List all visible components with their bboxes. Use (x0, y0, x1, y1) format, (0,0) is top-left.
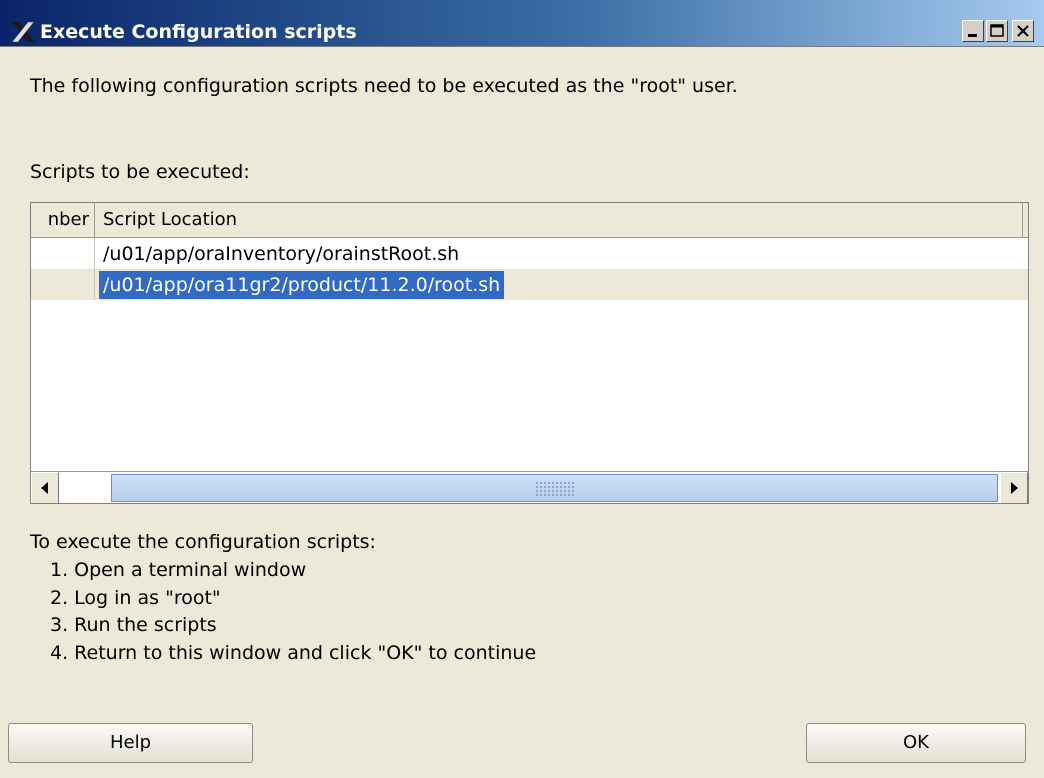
close-icon (1017, 25, 1029, 37)
maximize-icon (990, 24, 1004, 37)
ok-button-label: OK (903, 732, 929, 753)
title-bar[interactable]: Execute Configuration scripts (0, 0, 1044, 47)
help-button-label: Help (109, 732, 152, 753)
intro-text: The following configuration scripts need… (30, 75, 738, 97)
ok-button[interactable]: OK (806, 723, 1026, 763)
scrollbar-thumb[interactable] (111, 474, 998, 502)
instructions-title: To execute the configuration scripts: (30, 531, 376, 553)
table-header: nber Script Location (31, 203, 1028, 238)
window-title: Execute Configuration scripts (40, 21, 357, 43)
close-button[interactable] (1012, 20, 1034, 42)
table-row[interactable]: /u01/app/ora11gr2/product/11.2.0/root.sh (31, 270, 1028, 300)
script-location-cell-selected[interactable]: /u01/app/ora11gr2/product/11.2.0/root.sh (99, 271, 505, 299)
table-row[interactable]: /u01/app/oraInventory/orainstRoot.sh (31, 239, 1028, 270)
minimize-button[interactable] (962, 20, 984, 42)
minimize-icon (968, 34, 977, 37)
row-number-cell (31, 239, 95, 269)
column-header-script-location[interactable]: Script Location (95, 203, 1023, 237)
script-location-cell[interactable]: /u01/app/oraInventory/orainstRoot.sh (99, 240, 463, 268)
scripts-label: Scripts to be executed: (30, 161, 250, 183)
instruction-step: 1. Open a terminal window (50, 559, 307, 581)
dialog-window: Execute Configuration scripts The follow… (0, 0, 1044, 778)
scroll-left-button[interactable] (31, 472, 59, 503)
x-window-icon (10, 20, 36, 44)
instruction-step: 4. Return to this window and click "OK" … (50, 642, 537, 664)
scroll-right-button[interactable] (1000, 472, 1028, 503)
instruction-step: 3. Run the scripts (50, 614, 217, 636)
arrow-left-icon (41, 482, 48, 494)
arrow-right-icon (1011, 482, 1018, 494)
maximize-button[interactable] (986, 20, 1008, 42)
scripts-table[interactable]: nber Script Location /u01/app/oraInvento… (30, 202, 1029, 504)
row-number-cell (31, 270, 95, 300)
column-header-number[interactable]: nber (31, 203, 95, 237)
grip-icon (535, 481, 575, 497)
horizontal-scrollbar[interactable] (31, 471, 1028, 503)
instruction-step: 2. Log in as "root" (50, 587, 221, 609)
help-button[interactable]: Help (8, 723, 253, 763)
